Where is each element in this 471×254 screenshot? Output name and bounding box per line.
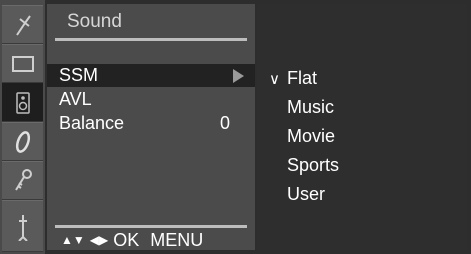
menu-item-label: AVL	[59, 89, 92, 109]
menu-title: Sound	[67, 11, 122, 32]
submenu-arrow-icon	[233, 69, 244, 83]
menu-footer: ▲▼ ◀▶ OK MENU	[61, 230, 203, 251]
check-mark-icon: ∨	[269, 71, 280, 88]
balance-value: 0	[220, 113, 231, 133]
picture-icon[interactable]	[2, 44, 43, 83]
title-divider	[55, 38, 247, 41]
option-music[interactable]: Music	[287, 97, 334, 118]
menu-hint: MENU	[150, 230, 204, 250]
menu-item-ssm[interactable]: SSM	[47, 64, 255, 87]
clock-icon[interactable]	[2, 122, 43, 161]
updown-arrows-icon: ▲▼	[61, 233, 85, 247]
menu-item-label: Balance	[59, 113, 125, 133]
key-icon[interactable]	[2, 161, 43, 200]
antenna-icon[interactable]	[2, 5, 43, 44]
footer-divider	[55, 225, 247, 228]
option-user[interactable]: User	[287, 184, 325, 205]
ssm-submenu: ∨ Flat Music Movie Sports User	[257, 4, 467, 250]
menu-item-avl[interactable]: AVL	[47, 88, 255, 111]
menu-item-balance[interactable]: Balance 0	[47, 112, 255, 135]
speaker-icon[interactable]	[2, 83, 43, 122]
menu-item-label: SSM	[59, 65, 99, 85]
input-plug-icon[interactable]	[2, 200, 43, 252]
option-movie[interactable]: Movie	[287, 126, 335, 147]
leftright-arrows-icon: ◀▶	[89, 233, 109, 247]
ok-hint: OK	[113, 230, 140, 250]
option-sports[interactable]: Sports	[287, 155, 339, 176]
category-icon-bar	[0, 0, 45, 254]
sound-menu-panel: Sound SSM AVL Balance 0 ▲▼ ◀▶ OK MENU	[47, 4, 255, 250]
option-flat[interactable]: Flat	[287, 68, 317, 89]
